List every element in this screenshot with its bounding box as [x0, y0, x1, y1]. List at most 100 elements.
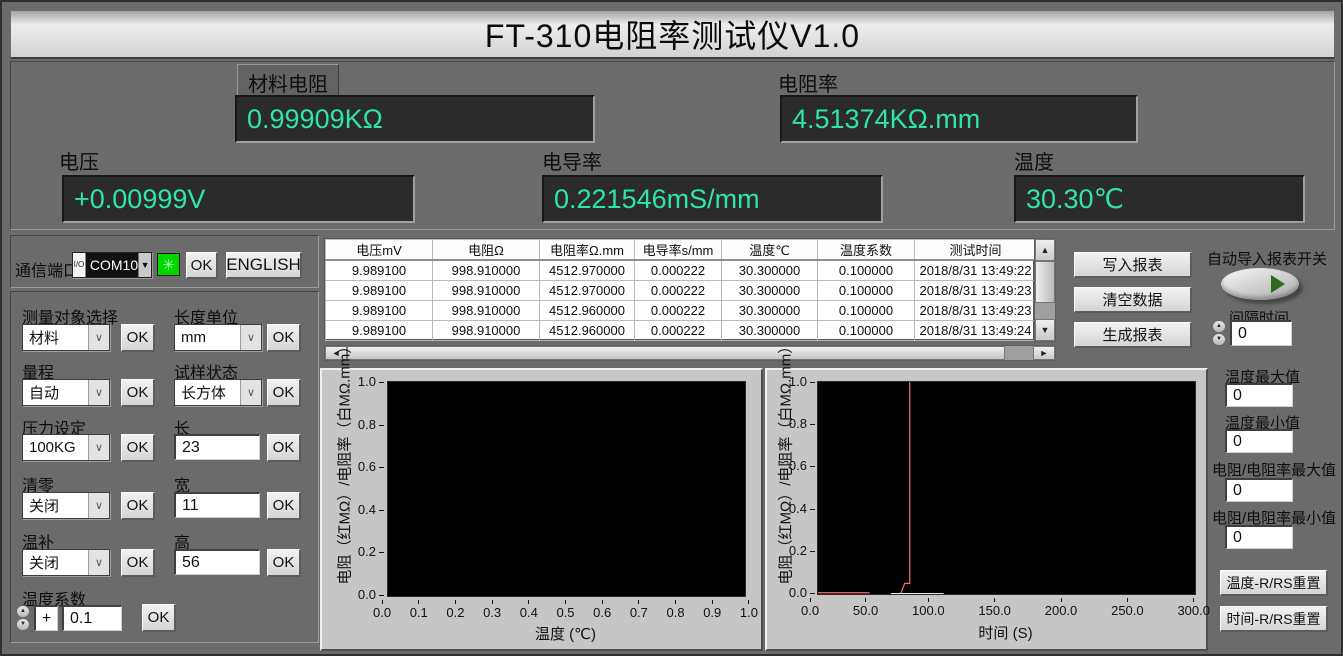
length-unit-ok-button[interactable]: OK — [267, 324, 301, 352]
pressure-ok-button[interactable]: OK — [121, 434, 155, 462]
table-row[interactable]: 9.989100998.9100004512.9700000.00022230.… — [326, 260, 1037, 281]
width-input[interactable]: 11 — [174, 492, 260, 518]
x-axis-ticks: 0.00.10.20.30.40.50.60.70.80.91.0 — [373, 600, 758, 620]
comm-port-value: COM10 — [86, 253, 138, 277]
auto-import-toggle[interactable] — [1221, 268, 1299, 300]
voltage-display: +0.00999V — [62, 175, 415, 223]
width-ok-button[interactable]: OK — [267, 492, 301, 520]
chevron-down-icon[interactable]: ∨ — [88, 435, 109, 460]
temperature-display: 30.30℃ — [1014, 175, 1305, 223]
time-reset-button[interactable]: 时间-R/RS重置 — [1220, 606, 1328, 632]
table-row[interactable]: 9.989100998.9100004512.9600000.00022230.… — [326, 321, 1037, 341]
sample-state-dropdown[interactable]: 长方体∨ — [174, 379, 262, 406]
col-header: 电导率s/mm — [635, 240, 722, 261]
spinner-up-icon[interactable]: ▲ — [16, 605, 30, 618]
x-axis-ticks: 0.050.0100.0150.0200.0250.0300.0 — [801, 598, 1210, 618]
temperature-label: 温度 — [1014, 146, 1054, 175]
chevron-down-icon[interactable]: ∨ — [88, 493, 109, 518]
resistivity-display: 4.51374KΩ.mm — [780, 95, 1138, 143]
col-header: 电阻Ω — [433, 240, 540, 261]
write-report-button[interactable]: 写入报表 — [1074, 252, 1192, 278]
table-row[interactable]: 9.989100998.9100004512.9700000.00022230.… — [326, 281, 1037, 301]
range-dropdown[interactable]: 自动∨ — [22, 379, 110, 406]
length-ok-button[interactable]: OK — [267, 434, 301, 462]
chevron-down-icon[interactable]: ∨ — [88, 380, 109, 405]
temp-coefficient-ok-button[interactable]: OK — [142, 604, 176, 632]
chevron-down-icon[interactable]: ∨ — [88, 550, 109, 575]
comm-ok-button[interactable]: OK — [186, 252, 218, 279]
conductivity-label: 电导率 — [542, 146, 602, 175]
clear-data-button[interactable]: 清空数据 — [1074, 287, 1192, 313]
measurement-table[interactable]: 电压mV 电阻Ω 电阻率Ω.mm 电导率s/mm 温度℃ 温度系数 测试时间 9… — [324, 238, 1034, 340]
res-max-label: 电阻/电阻率最大值 — [1212, 459, 1336, 480]
table-vertical-scrollbar[interactable]: ▲ ▼ — [1034, 238, 1056, 342]
page-title: FT-310电阻率测试仪V1.0 — [485, 11, 860, 57]
measure-object-ok-button[interactable]: OK — [121, 324, 155, 352]
table-header-row: 电压mV 电阻Ω 电阻率Ω.mm 电导率s/mm 温度℃ 温度系数 测试时间 — [326, 240, 1037, 261]
range-ok-button[interactable]: OK — [121, 379, 155, 407]
col-header: 温度℃ — [722, 240, 818, 261]
measure-object-dropdown[interactable]: 材料∨ — [22, 324, 110, 351]
col-header: 电阻率Ω.mm — [540, 240, 635, 261]
spinner-up-icon[interactable]: ▲ — [1212, 320, 1226, 333]
material-resistance-display: 0.99909KΩ — [235, 95, 595, 143]
col-header: 测试时间 — [915, 240, 1037, 261]
app-window: FT-310电阻率测试仪V1.0 材料电阻 0.99909KΩ 电阻率 4.51… — [0, 0, 1343, 656]
sample-state-ok-button[interactable]: OK — [267, 379, 301, 407]
col-header: 温度系数 — [818, 240, 915, 261]
chevron-down-icon[interactable]: ∨ — [240, 325, 261, 350]
chevron-down-icon[interactable]: ∨ — [88, 325, 109, 350]
temp-comp-dropdown[interactable]: 关闭∨ — [22, 549, 110, 576]
time-chart: 电阻（红MΩ）/电阻率（白MΩ.mm） 1.00.80.60.40.20.0 0… — [765, 368, 1208, 651]
scroll-up-icon[interactable]: ▲ — [1035, 239, 1055, 261]
y-axis-ticks: 1.00.80.60.40.20.0 — [785, 375, 815, 599]
temp-comp-ok-button[interactable]: OK — [121, 549, 155, 577]
conductivity-display: 0.221546mS/mm — [542, 175, 883, 223]
scroll-right-icon[interactable]: ► — [1033, 346, 1055, 360]
resistivity-label: 电阻率 — [778, 68, 838, 97]
chevron-down-icon[interactable]: ∨ — [240, 380, 261, 405]
comm-status-led-icon: ✳ — [157, 253, 180, 276]
plot-area — [817, 381, 1196, 595]
temp-reset-button[interactable]: 温度-R/RS重置 — [1220, 570, 1328, 596]
length-unit-dropdown[interactable]: mm∨ — [174, 324, 262, 351]
title-bar: FT-310电阻率测试仪V1.0 — [10, 10, 1335, 59]
generate-report-button[interactable]: 生成报表 — [1074, 322, 1192, 348]
height-input[interactable]: 56 — [174, 549, 260, 575]
height-ok-button[interactable]: OK — [267, 549, 301, 577]
interval-input[interactable]: 0 — [1230, 320, 1292, 346]
temperature-chart: 电阻（红MΩ）/电阻率（白MΩ.mm） 1.00.80.60.40.20.0 0… — [320, 368, 763, 651]
voltage-label: 电压 — [59, 146, 99, 175]
x-axis-label: 时间 (S) — [817, 622, 1194, 643]
y-axis-ticks: 1.00.80.60.40.20.0 — [354, 375, 384, 601]
table-horizontal-scrollbar[interactable]: ◄ ► — [324, 345, 1056, 361]
scrollbar-thumb[interactable] — [347, 346, 1005, 360]
temp-max-input[interactable]: 0 — [1225, 383, 1293, 407]
english-button[interactable]: ENGLISH — [226, 252, 302, 279]
res-min-input[interactable]: 0 — [1225, 525, 1293, 549]
chevron-down-icon[interactable]: ▼ — [138, 253, 151, 277]
y-axis-label: 电阻（红MΩ）/电阻率（白MΩ.mm） — [334, 385, 355, 585]
zero-ok-button[interactable]: OK — [121, 492, 155, 520]
x-axis-label: 温度 (℃) — [387, 623, 744, 644]
table-row[interactable]: 9.989100998.9100004512.9600000.00022230.… — [326, 301, 1037, 321]
temp-coefficient-input[interactable]: 0.1 — [62, 605, 122, 631]
zero-dropdown[interactable]: 关闭∨ — [22, 492, 110, 519]
io-icon: I/O — [73, 253, 86, 277]
toggle-arrow-icon — [1271, 275, 1285, 293]
scrollbar-thumb[interactable] — [1035, 261, 1055, 303]
pressure-dropdown[interactable]: 100KG∨ — [22, 434, 110, 461]
comm-port-selector[interactable]: I/O COM10 ▼ — [72, 252, 152, 278]
length-input[interactable]: 23 — [174, 434, 260, 460]
auto-import-switch-label: 自动导入报表开关 — [1207, 248, 1327, 269]
spinner-down-icon[interactable]: ▼ — [1212, 333, 1226, 346]
scroll-down-icon[interactable]: ▼ — [1035, 319, 1055, 341]
temp-min-input[interactable]: 0 — [1225, 429, 1293, 453]
spinner-down-icon[interactable]: ▼ — [16, 618, 30, 631]
plot-area — [387, 381, 746, 597]
temp-coefficient-sign[interactable]: + — [34, 605, 58, 631]
temp-coefficient-stepper[interactable]: ▲▼ — [16, 605, 30, 631]
res-max-input[interactable]: 0 — [1225, 478, 1293, 502]
comm-port-label: 通信端口 — [15, 257, 79, 281]
interval-stepper[interactable]: ▲▼ — [1212, 320, 1226, 346]
